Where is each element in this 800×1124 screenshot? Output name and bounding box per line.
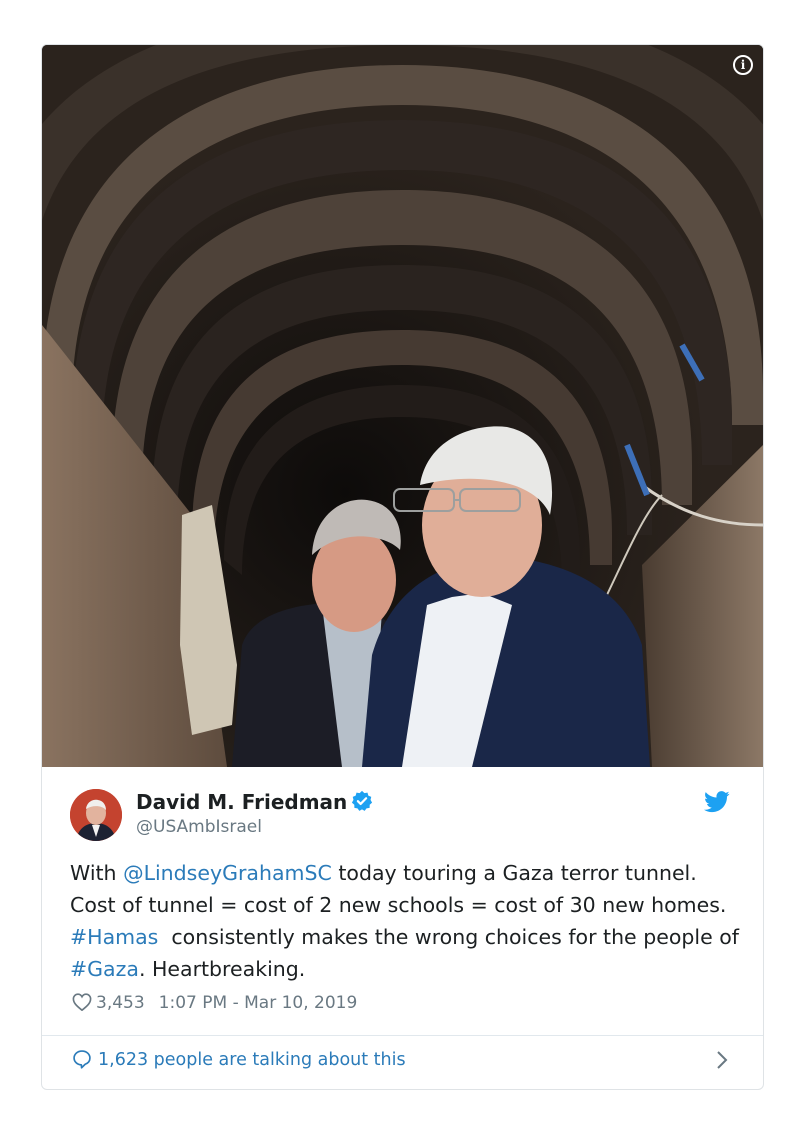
tweet-timestamp[interactable]: 1:07 PM - Mar 10, 2019: [159, 993, 358, 1013]
info-icon[interactable]: i: [733, 55, 753, 75]
hashtag-link-gaza[interactable]: #Gaza: [70, 957, 139, 981]
author-name-text[interactable]: David M. Friedman: [136, 790, 347, 814]
chevron-right-icon[interactable]: [715, 1049, 729, 1071]
author-handle[interactable]: @USAmbIsrael: [136, 817, 262, 837]
author-name[interactable]: David M. Friedman: [136, 790, 373, 814]
like-count[interactable]: 3,453: [96, 993, 145, 1013]
conversation-link-label[interactable]: 1,623 people are talking about this: [98, 1050, 406, 1070]
hashtag-link-hamas[interactable]: #Hamas: [70, 925, 158, 949]
tweet-author[interactable]: David M. Friedman @USAmbIsrael: [70, 789, 730, 841]
avatar-portrait-icon: [70, 789, 122, 841]
tunnel-photo-illustration: [42, 45, 763, 767]
mention-link[interactable]: @LindseyGrahamSC: [123, 861, 332, 885]
divider: [42, 1035, 763, 1036]
tweet-text-part: With: [70, 861, 124, 885]
conversation-link[interactable]: 1,623 people are talking about this: [72, 1049, 406, 1070]
twitter-bird-icon[interactable]: [704, 791, 730, 813]
speech-bubble-icon: [73, 1050, 91, 1069]
tweet-meta: 3,453 1:07 PM - Mar 10, 2019: [72, 993, 357, 1013]
verified-badge-icon: [352, 790, 373, 811]
tweet-text-part: consistently makes the wrong choices for…: [158, 925, 746, 949]
embedded-tweet-card[interactable]: i David M. Friedman @USAmbIsrael With @L…: [41, 44, 764, 1090]
tweet-photo[interactable]: i: [42, 45, 763, 767]
tweet-text: With @LindseyGrahamSC today touring a Ga…: [70, 857, 740, 985]
avatar[interactable]: [70, 789, 122, 841]
heart-icon[interactable]: [72, 993, 92, 1011]
tweet-text-part: . Heartbreaking.: [138, 957, 306, 981]
